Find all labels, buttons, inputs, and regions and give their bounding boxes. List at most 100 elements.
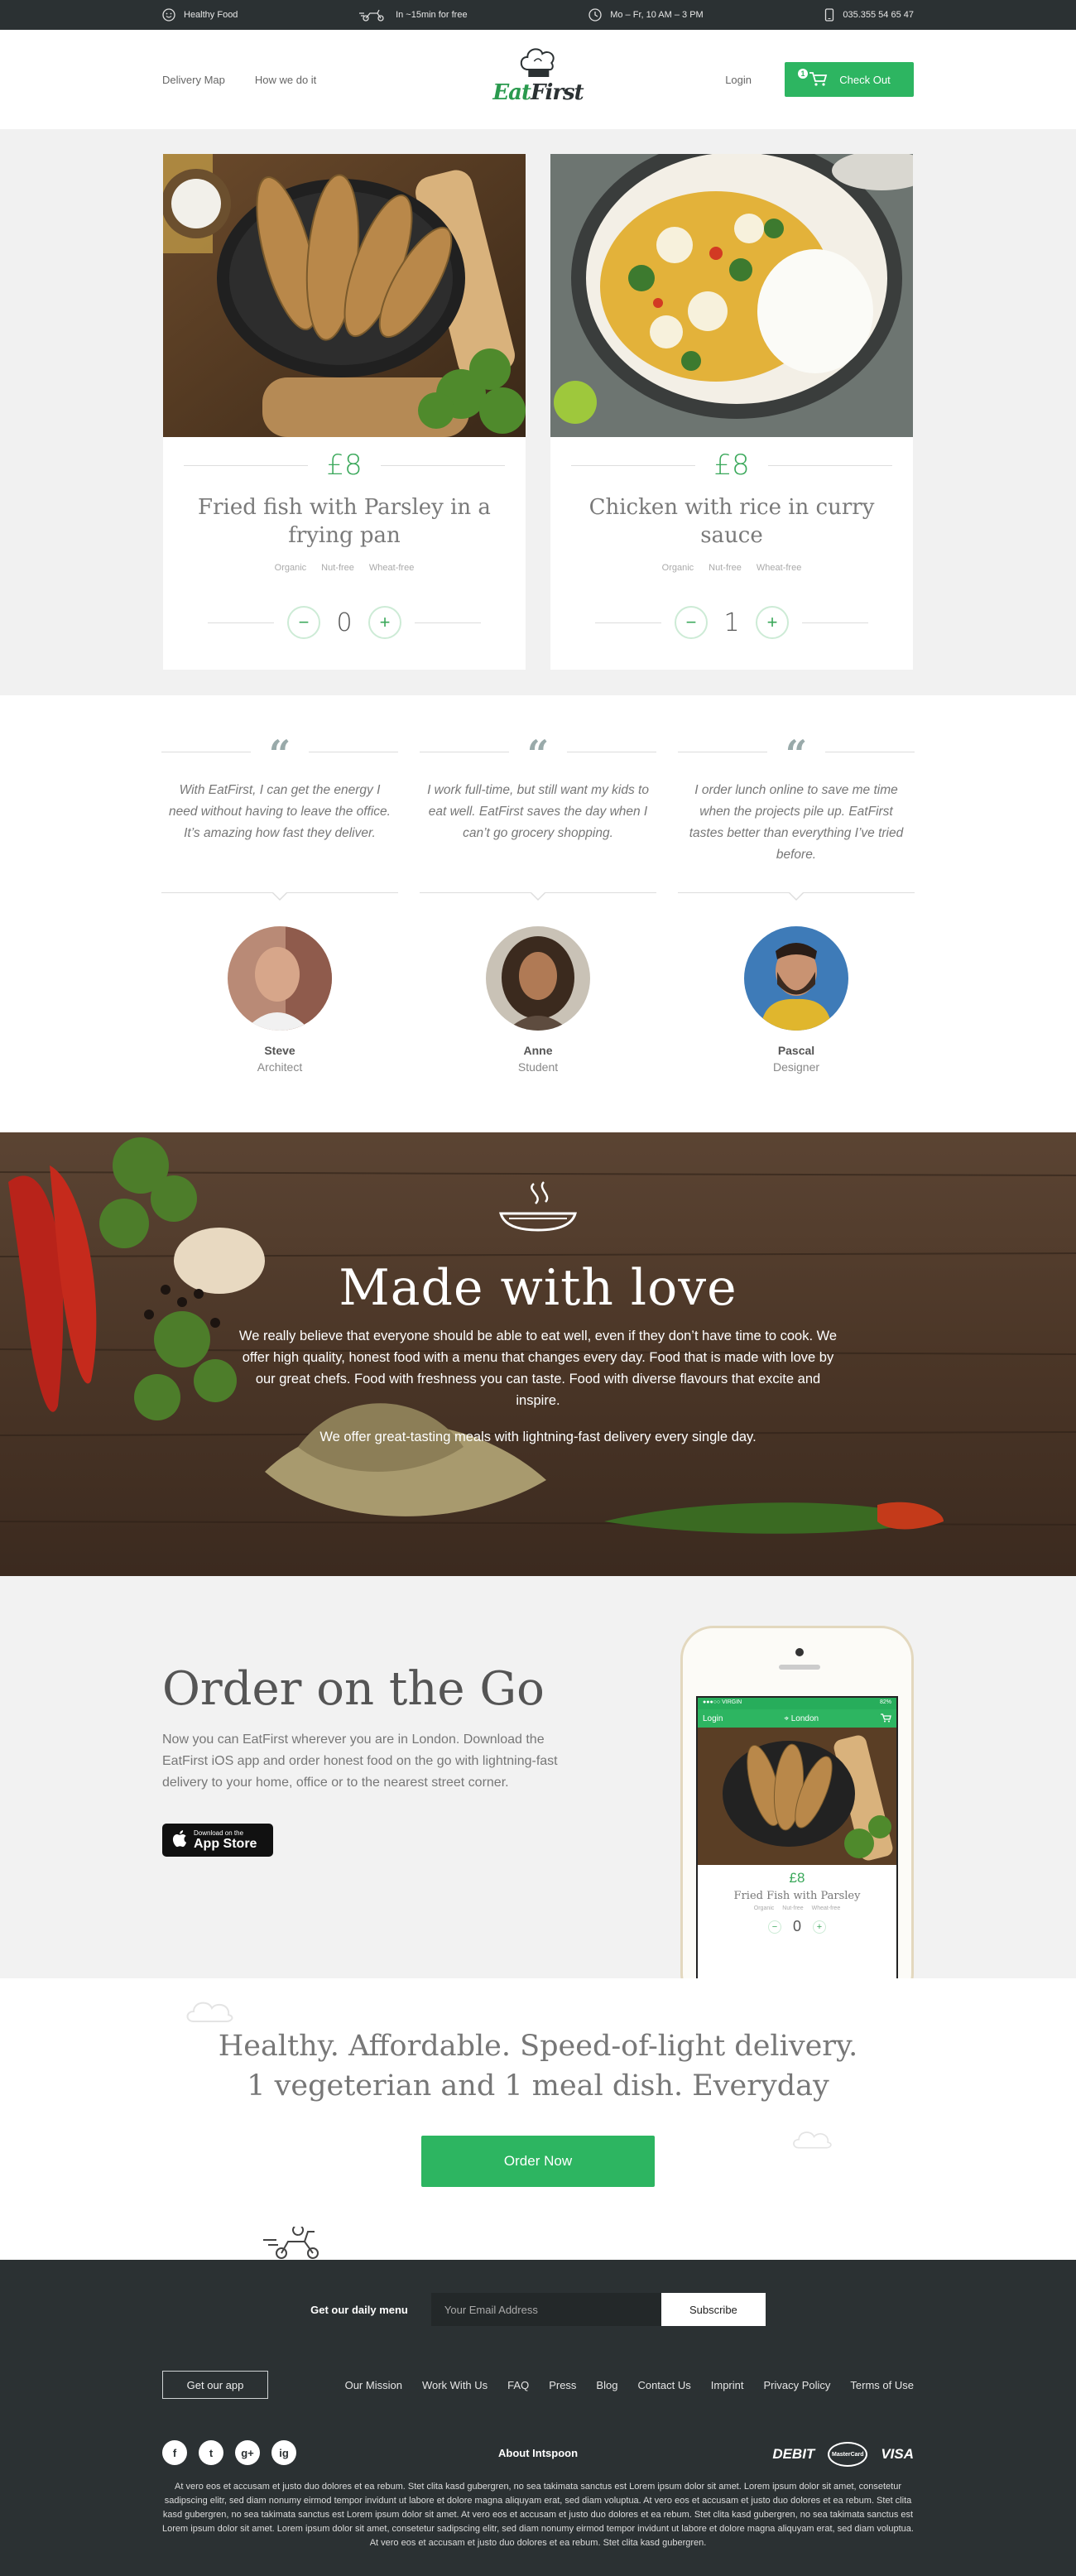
about-link[interactable]: About Intspoon xyxy=(0,2447,1076,2459)
cart-count-badge: 1 xyxy=(798,69,808,79)
price-row: £8 xyxy=(163,449,526,482)
footer-link-imprint[interactable]: Imprint xyxy=(711,2379,744,2391)
phone-decrease-button: − xyxy=(767,1920,781,1934)
footer-link-faq[interactable]: FAQ xyxy=(507,2379,529,2391)
mastercard-logo: MasterCard xyxy=(828,2442,868,2467)
avatar-steve xyxy=(228,926,332,1031)
newsletter-label: Get our daily menu xyxy=(310,2303,408,2316)
price-row: £8 xyxy=(550,449,913,482)
order-description: Now you can EatFirst wherever you are in… xyxy=(162,1733,558,1790)
testimonial-name: Steve xyxy=(264,1044,295,1057)
love-paragraph-2: We offer great-tasting meals with lightn… xyxy=(319,1430,757,1444)
phone-product-tags: Organic Nut-free Wheat-free xyxy=(698,1906,896,1911)
clock-icon xyxy=(588,8,602,22)
order-on-the-go-text: Order on the Go Now you can EatFirst whe… xyxy=(162,1662,593,1857)
appstore-big-text: App Store xyxy=(194,1837,257,1851)
debit-logo: DEBIT xyxy=(772,2446,815,2462)
product-price: £8 xyxy=(326,449,363,482)
cloud-icon xyxy=(790,2126,833,2155)
footer-link-terms-of-use[interactable]: Terms of Use xyxy=(850,2379,914,2391)
footer-link-press[interactable]: Press xyxy=(549,2379,576,2391)
phone-tag-organic: Organic xyxy=(753,1906,775,1911)
product-info: £8 Fried fish with Parsley in a frying p… xyxy=(163,437,526,639)
testimonial-quote: I order lunch online to save me time whe… xyxy=(689,783,904,862)
topbar-hours: Mo – Fr, 10 AM – 3 PM xyxy=(588,8,704,22)
phone-product-price: £8 xyxy=(789,1870,805,1886)
quantity-stepper: − 1 + xyxy=(550,606,913,639)
smiley-icon xyxy=(162,8,175,22)
topbar-hours-text: Mo – Fr, 10 AM – 3 PM xyxy=(610,10,704,20)
divider xyxy=(678,892,915,893)
payment-methods: DEBIT MasterCard VISA xyxy=(772,2442,914,2467)
email-input[interactable]: Your Email Address xyxy=(430,2293,661,2326)
product-image-chicken-curry xyxy=(550,154,913,437)
quote-icon: “ xyxy=(526,732,550,776)
appstore-small-text: Download on the xyxy=(194,1829,244,1837)
top-bar: Healthy Food In ~15min for free Mo – Fr,… xyxy=(0,0,1076,30)
phone-quantity-stepper: −0 + xyxy=(698,1918,896,1935)
footer-link-privacy-policy[interactable]: Privacy Policy xyxy=(764,2379,831,2391)
newsletter-form: Get our daily menu Your Email Address Su… xyxy=(0,2293,1076,2326)
increase-quantity-button[interactable]: + xyxy=(368,606,401,639)
location-pin-icon: ⌖ xyxy=(784,1713,791,1723)
avatar-pascal xyxy=(744,926,848,1031)
topbar-delivery-text: In ~15min for free xyxy=(396,10,468,20)
app-store-button[interactable]: Download on the App Store xyxy=(162,1824,273,1857)
footer-link-contact-us[interactable]: Contact Us xyxy=(637,2379,690,2391)
phone-icon xyxy=(824,8,834,22)
quantity-value: 0 xyxy=(336,608,353,637)
nav-delivery-map[interactable]: Delivery Map xyxy=(162,74,225,86)
increase-quantity-button[interactable]: + xyxy=(756,606,789,639)
testimonial-role: Designer xyxy=(772,1060,820,1074)
decrease-quantity-button[interactable]: − xyxy=(287,606,320,639)
subscribe-button[interactable]: Subscribe xyxy=(660,2293,766,2326)
phone-product-info: £8 Fried Fish with Parsley Organic Nut-fr… xyxy=(698,1865,896,1935)
footer-link-our-mission[interactable]: Our Mission xyxy=(345,2379,402,2391)
footer-link-blog[interactable]: Blog xyxy=(596,2379,617,2391)
get-app-button[interactable]: Get our app xyxy=(162,2371,268,2399)
phone-cart-icon xyxy=(880,1713,891,1725)
topbar-delivery: In ~15min for free xyxy=(359,8,468,22)
phone-quantity-value: 0 xyxy=(792,1918,801,1934)
header-actions: Login 1 Check Out xyxy=(725,62,914,97)
tag-wheat-free: Wheat-free xyxy=(368,563,415,573)
login-link[interactable]: Login xyxy=(725,74,752,86)
divider xyxy=(161,892,398,893)
order-title: Order on the Go xyxy=(162,1662,545,1716)
site-footer: Get our daily menu Your Email Address Su… xyxy=(0,2260,1076,2576)
love-paragraph: We really believe that everyone should b… xyxy=(238,1329,838,1408)
tagline-section: Healthy. Affordable. Speed-of-light deli… xyxy=(0,1978,1076,2260)
quantity-stepper: − 0 + xyxy=(163,606,526,639)
checkout-button[interactable]: 1 Check Out xyxy=(785,62,914,97)
nav-how-we-do-it[interactable]: How we do it xyxy=(255,74,316,86)
footer-link-work-with-us[interactable]: Work With Us xyxy=(422,2379,488,2391)
logo[interactable]: EatFirst xyxy=(492,45,584,105)
decrease-quantity-button[interactable]: − xyxy=(675,606,708,639)
topbar-phone[interactable]: 035.355 54 65 47 xyxy=(824,8,914,22)
phone-carrier: ●●●○○ VIRGIN xyxy=(703,1699,742,1705)
quote-icon: “ xyxy=(268,732,291,776)
quote-icon: “ xyxy=(785,732,808,776)
product-title: Chicken with rice in curry sauce xyxy=(588,495,875,548)
topbar-phone-number[interactable]: 035.355 54 65 47 xyxy=(843,10,914,20)
phone-status-bar: ●●●○○ VIRGIN 82% xyxy=(698,1698,896,1709)
testimonial-quote: I work full-time, but still want my kids… xyxy=(427,783,649,840)
footer-links-row: Get our app Our Mission Work With Us FAQ… xyxy=(162,2371,914,2399)
product-tags: Organic Nut-free Wheat-free xyxy=(163,563,526,573)
product-card: £8 Fried fish with Parsley in a frying p… xyxy=(163,154,526,670)
logo-text: EatFirst xyxy=(492,80,584,105)
tagline-line-1: Healthy. Affordable. Speed-of-light deli… xyxy=(218,2030,858,2063)
phone-product-image xyxy=(698,1728,896,1865)
love-title: Made with love xyxy=(339,1259,737,1317)
phone-app-nav: Login ⌖ London xyxy=(698,1709,896,1728)
cloud-icon xyxy=(184,1995,235,2029)
delivery-scooter-icon xyxy=(263,2224,326,2264)
testimonial-role: Student xyxy=(517,1060,559,1074)
phone-tag-wheat-free: Wheat-free xyxy=(811,1906,841,1911)
visa-logo: VISA xyxy=(881,2446,914,2462)
logo-text-first: First xyxy=(531,80,584,105)
product-card: £8 Chicken with rice in curry sauce Orga… xyxy=(550,154,913,670)
topbar-tagline: Healthy Food xyxy=(184,10,238,20)
product-price: £8 xyxy=(713,449,750,482)
order-now-button[interactable]: Order Now xyxy=(421,2136,655,2187)
